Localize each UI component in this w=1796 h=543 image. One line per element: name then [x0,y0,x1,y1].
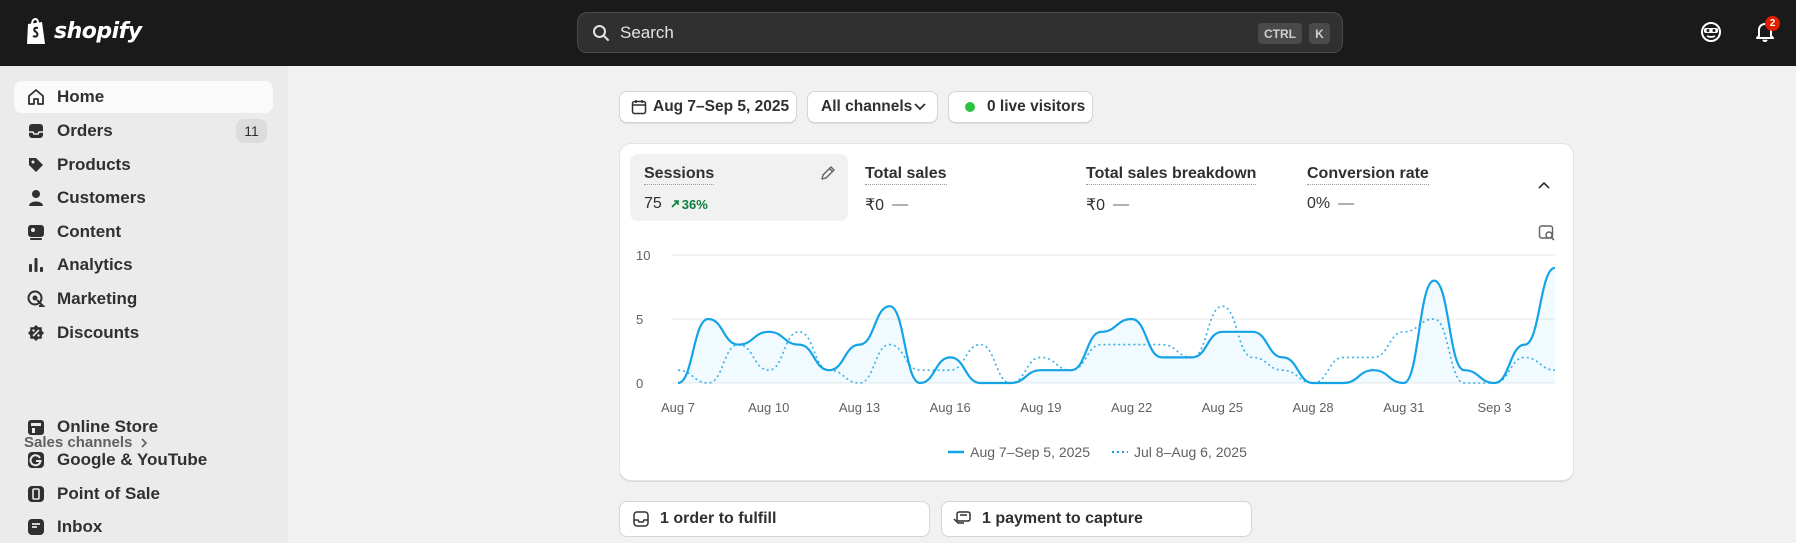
x-tick-label: Aug 7 [661,400,695,415]
metrics-card: Sessions 75 36% Total sales ₹0 — Total s… [619,143,1574,481]
sidebar-item-content[interactable]: Content [14,216,273,248]
payment-icon [953,511,971,524]
sidebar-item-label: Orders [57,121,113,140]
sidebar-item-label: Online Store [57,417,159,436]
sidebar-item-label: Home [57,87,105,106]
channel-filter-label: All channels [821,98,913,115]
search-bar[interactable]: Search CTRL K [577,12,1343,53]
store-avatar-icon[interactable] [1699,20,1723,44]
sidebar-item-online-store[interactable]: Online Store [14,411,273,443]
legend-item-current[interactable]: Aug 7–Sep 5, 2025 [948,444,1090,460]
content-icon [28,225,44,240]
x-tick-label: Sep 3 [1478,400,1512,415]
bar-chart-icon [29,258,43,272]
channel-filter-button[interactable]: All channels [807,91,938,123]
x-tick-label: Aug 28 [1292,400,1333,415]
sidebar-item-products[interactable]: Products [14,149,273,181]
date-range-label: Aug 7–Sep 5, 2025 [653,98,790,115]
top-bar: shopify Search CTRL K 2 [0,0,1796,66]
sidebar-item-label: Content [57,222,122,241]
discount-icon [28,325,44,341]
inbox-icon [633,511,649,527]
x-tick-label: Aug 16 [930,400,971,415]
sidebar-item-analytics[interactable]: Analytics [14,249,273,281]
search-placeholder: Search [620,22,674,42]
sidebar-item-label: Analytics [57,255,133,274]
sessions-line-chart: 0 5 10 Aug 7 Aug 10 Aug 13 Aug 16 Aug 19 Aug 22 A… [636,248,1556,415]
live-visitors-button[interactable]: 0 live visitors [948,91,1093,123]
shortcut-k-key: K [1309,23,1330,44]
sidebar-item-discounts[interactable]: Discounts [14,317,273,349]
google-icon [28,452,44,468]
orders-icon [29,124,43,138]
notification-badge: 2 [1765,16,1780,31]
search-icon [593,24,609,41]
task-orders-to-fulfill[interactable]: 1 order to fulfill [619,501,930,537]
store-icon [28,420,44,435]
legend-solid-swatch [948,450,965,454]
tag-icon [29,158,43,172]
chevron-down-icon [914,103,926,111]
sidebar-item-point-of-sale[interactable]: Point of Sale [14,478,273,510]
sidebar-item-label: Inbox [57,517,103,536]
chart-legend: Aug 7–Sep 5, 2025 Jul 8–Aug 6, 2025 [620,444,1575,460]
sidebar-item-inbox[interactable]: Inbox [14,511,273,543]
legend-item-previous[interactable]: Jul 8–Aug 6, 2025 [1112,444,1247,460]
x-tick-label: Aug 25 [1202,400,1243,415]
sidebar-item-home[interactable]: Home [14,81,273,113]
y-tick-label: 0 [636,376,643,391]
sidebar-item-label: Point of Sale [57,484,160,503]
legend-label: Jul 8–Aug 6, 2025 [1134,444,1247,460]
calendar-icon [631,100,647,115]
sidebar-item-orders[interactable]: Orders 11 [14,115,273,147]
x-tick-label: Aug 22 [1111,400,1152,415]
sidebar-item-label: Discounts [57,323,140,342]
sidebar-item-google-youtube[interactable]: Google & YouTube [14,444,273,476]
shopify-logo[interactable]: shopify [24,16,142,46]
task-payment-to-capture[interactable]: 1 payment to capture [941,501,1252,537]
sidebar-item-label: Products [57,155,131,174]
shopify-bag-icon [27,18,45,44]
logo-text: shopify [54,18,142,44]
shortcut-ctrl-key: CTRL [1258,23,1302,44]
x-tick-label: Aug 10 [748,400,789,415]
sidebar-item-label: Google & YouTube [57,450,208,469]
live-visitors-label: 0 live visitors [987,98,1086,115]
date-range-button[interactable]: Aug 7–Sep 5, 2025 [619,91,797,123]
home-icon [28,89,44,105]
sidebar-item-customers[interactable]: Customers [14,182,273,214]
person-icon [29,190,43,206]
pos-icon [28,486,44,502]
y-tick-label: 5 [636,312,643,327]
sidebar-item-marketing[interactable]: Marketing [14,283,273,315]
legend-label: Aug 7–Sep 5, 2025 [970,444,1090,460]
x-tick-label: Aug 31 [1383,400,1424,415]
task-label: 1 payment to capture [982,510,1143,527]
sidebar-item-label: Customers [57,188,146,207]
inbox-icon [28,519,44,535]
x-tick-label: Aug 19 [1020,400,1061,415]
target-icon [27,290,46,307]
live-status-dot [965,102,975,112]
sidebar: Home Orders 11 Products Customers Conten… [0,66,288,543]
x-tick-label: Aug 13 [839,400,880,415]
legend-dotted-swatch [1112,451,1128,453]
task-label: 1 order to fulfill [660,510,777,527]
orders-count-badge: 11 [236,119,267,143]
sidebar-item-label: Marketing [57,289,138,308]
y-tick-label: 10 [636,248,650,263]
